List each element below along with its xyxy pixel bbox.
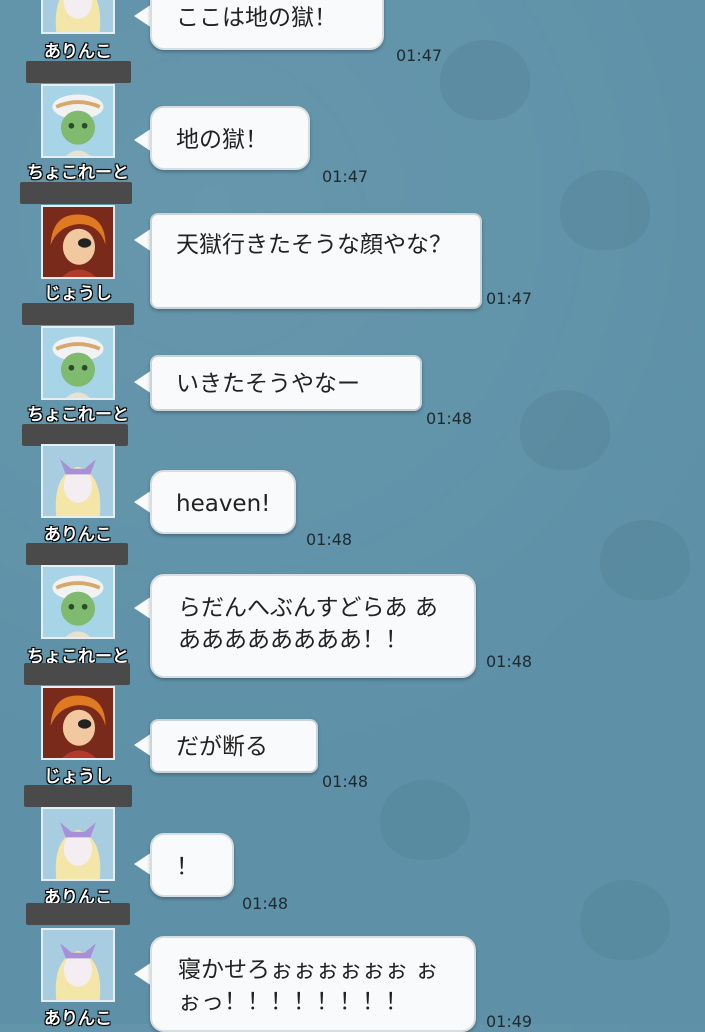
message-bubble: 寝かせろぉぉぉぉぉぉ ぉぉっ！！！！！！！！ bbox=[150, 936, 476, 1032]
redacted-bar bbox=[22, 303, 134, 325]
timestamp: 01:48 bbox=[322, 772, 369, 791]
background-slime-icon bbox=[380, 780, 470, 860]
timestamp: 01:47 bbox=[486, 289, 533, 308]
arinko-icon bbox=[43, 930, 113, 1000]
joushi-avatar[interactable] bbox=[41, 686, 115, 760]
chocolate-icon bbox=[43, 328, 113, 398]
joushi-avatar[interactable] bbox=[41, 205, 115, 279]
timestamp: 01:47 bbox=[322, 167, 369, 186]
background-slime-icon bbox=[560, 170, 650, 250]
message-bubble: いきたそうやなー bbox=[150, 355, 422, 411]
chocolate-icon bbox=[43, 86, 113, 156]
redacted-bar bbox=[22, 424, 128, 446]
arinko-avatar[interactable] bbox=[41, 928, 115, 1002]
message-bubble: だが断る bbox=[150, 719, 318, 773]
message-bubble: ここは地の獄！ bbox=[150, 0, 384, 50]
sender-name: ありんこ bbox=[44, 1009, 112, 1029]
sender-name: ありんこ bbox=[44, 42, 112, 62]
redacted-bar bbox=[26, 543, 128, 565]
chocolate-icon bbox=[43, 567, 113, 637]
chocolate-avatar[interactable] bbox=[41, 84, 115, 158]
message-bubble: 地の獄！ bbox=[150, 106, 310, 170]
arinko-avatar[interactable] bbox=[41, 444, 115, 518]
message-bubble: らだんへぶんすどらあ あああああああああ！！ bbox=[150, 574, 476, 678]
arinko-avatar[interactable] bbox=[41, 0, 115, 34]
timestamp: 01:48 bbox=[426, 409, 473, 428]
sender-name: ありんこ bbox=[44, 525, 112, 545]
background-slime-icon bbox=[580, 880, 670, 960]
chocolate-avatar[interactable] bbox=[41, 326, 115, 400]
timestamp: 01:49 bbox=[486, 1012, 533, 1031]
message-bubble: heaven! bbox=[150, 470, 296, 534]
redacted-bar bbox=[26, 903, 130, 925]
joushi-icon bbox=[43, 207, 113, 277]
background-slime-icon bbox=[440, 40, 530, 120]
timestamp: 01:48 bbox=[242, 894, 289, 913]
timestamp: 01:48 bbox=[306, 530, 353, 549]
timestamp: 01:48 bbox=[486, 652, 533, 671]
timestamp: 01:47 bbox=[396, 46, 443, 65]
redacted-bar bbox=[20, 182, 132, 204]
sender-name: じょうし bbox=[44, 767, 112, 787]
arinko-icon bbox=[43, 446, 113, 516]
redacted-bar bbox=[24, 785, 132, 807]
message-bubble: ！ bbox=[150, 833, 234, 897]
redacted-bar bbox=[24, 663, 130, 685]
joushi-icon bbox=[43, 688, 113, 758]
redacted-bar bbox=[26, 61, 131, 83]
arinko-icon bbox=[43, 809, 113, 879]
background-slime-icon bbox=[520, 390, 610, 470]
message-bubble: 天獄行きたそうな顔やな？ bbox=[150, 213, 482, 309]
sender-name: ちょこれーと bbox=[27, 163, 129, 183]
sender-name: じょうし bbox=[44, 284, 112, 304]
background-slime-icon bbox=[600, 520, 690, 600]
sender-name: ちょこれーと bbox=[27, 405, 129, 425]
arinko-avatar[interactable] bbox=[41, 807, 115, 881]
arinko-icon bbox=[43, 0, 113, 32]
chocolate-avatar[interactable] bbox=[41, 565, 115, 639]
